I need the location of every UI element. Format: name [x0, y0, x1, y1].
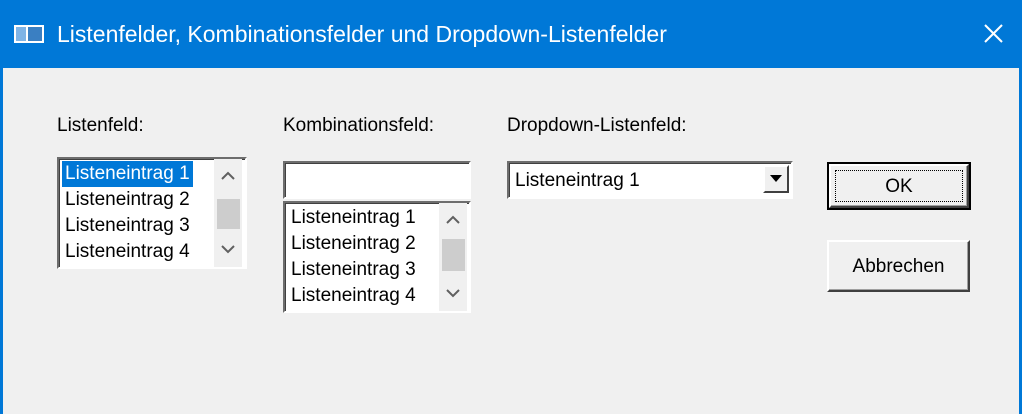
- scroll-thumb[interactable]: [217, 199, 240, 229]
- window-title: Listenfelder, Kombinationsfelder und Dro…: [57, 21, 667, 47]
- list-item-selected[interactable]: Listeneintrag 1: [62, 161, 193, 187]
- cancel-button[interactable]: Abbrechen: [827, 240, 970, 292]
- list-item[interactable]: Listeneintrag 2: [62, 187, 193, 213]
- title-bar[interactable]: Listenfelder, Kombinationsfelder und Dro…: [0, 0, 1022, 68]
- listbox-label: Listenfeld:: [57, 115, 144, 136]
- list-box[interactable]: Listeneintrag 1 Listeneintrag 2 Listenei…: [57, 157, 247, 269]
- scroll-down-button[interactable]: [214, 235, 242, 263]
- dropdown-select[interactable]: Listeneintrag 1: [507, 161, 793, 199]
- chevron-down-icon: [446, 289, 460, 298]
- ok-button-label: OK: [885, 176, 913, 197]
- dialog-window: Listenfelder, Kombinationsfelder und Dro…: [0, 0, 1022, 414]
- combobox-list[interactable]: Listeneintrag 1 Listeneintrag 2 Listenei…: [283, 201, 471, 313]
- chevron-up-icon: [221, 171, 235, 180]
- scroll-thumb[interactable]: [442, 239, 465, 271]
- scroll-down-button[interactable]: [439, 279, 467, 307]
- chevron-up-icon: [446, 215, 460, 224]
- combobox-scrollbar[interactable]: [439, 203, 467, 311]
- list-item[interactable]: Listeneintrag 4: [288, 283, 419, 309]
- combobox-input[interactable]: [283, 161, 471, 199]
- list-box-items: Listeneintrag 1 Listeneintrag 2 Listenei…: [62, 161, 193, 265]
- list-item[interactable]: Listeneintrag 3: [62, 213, 193, 239]
- list-item[interactable]: Listeneintrag 1: [288, 205, 419, 231]
- ok-button[interactable]: OK: [827, 162, 971, 210]
- list-item[interactable]: Listeneintrag 3: [288, 257, 419, 283]
- cancel-button-label: Abbrechen: [852, 256, 945, 277]
- list-box-scrollbar[interactable]: [214, 159, 242, 267]
- list-item[interactable]: Listeneintrag 2: [288, 231, 419, 257]
- list-item[interactable]: Listeneintrag 4: [62, 239, 193, 265]
- chevron-down-icon: [221, 245, 235, 254]
- combobox-label: Kombinationsfeld:: [283, 115, 435, 136]
- dropdown-arrow-icon: [770, 175, 782, 182]
- window-app-icon: [14, 25, 44, 43]
- dropdown-toggle-button[interactable]: [763, 165, 789, 193]
- window-frame-left: [0, 68, 3, 414]
- scroll-up-button[interactable]: [214, 161, 242, 189]
- scroll-up-button[interactable]: [439, 205, 467, 233]
- close-icon: [984, 24, 1003, 43]
- combobox-list-items: Listeneintrag 1 Listeneintrag 2 Listenei…: [288, 205, 419, 309]
- dropdown-value: Listeneintrag 1: [515, 170, 640, 191]
- close-button[interactable]: [964, 0, 1022, 68]
- dropdown-label: Dropdown-Listenfeld:: [507, 115, 687, 136]
